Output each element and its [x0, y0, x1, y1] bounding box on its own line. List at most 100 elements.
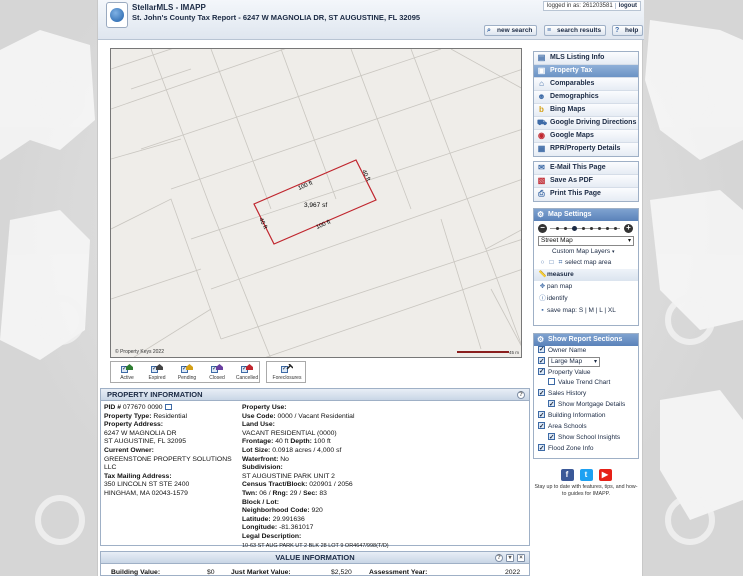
youtube-icon[interactable]: ▶	[598, 469, 612, 481]
login-status: logged in as: 261203581 logout	[542, 1, 641, 11]
house-icon	[216, 364, 223, 370]
area-schools-toggle[interactable]: Area Schools	[534, 421, 638, 432]
save-map-xl[interactable]: XL	[608, 307, 616, 314]
comparables-icon: ⌂	[539, 79, 544, 88]
property-information-header: PROPERTY INFORMATION ?	[101, 389, 529, 401]
checkbox-icon[interactable]	[548, 432, 555, 443]
checkbox-icon[interactable]	[538, 345, 545, 355]
sidebar-item-rpr-property-details[interactable]: ▦ RPR/Property Details	[534, 143, 638, 156]
close-icon[interactable]: ×	[517, 554, 525, 562]
checkbox-icon[interactable]	[538, 410, 545, 421]
collapse-icon[interactable]: ▾	[506, 554, 514, 562]
save-map-s[interactable]: S	[579, 307, 583, 314]
assessment-year-value: 2022	[505, 569, 521, 576]
gear-icon: ⚙	[537, 335, 545, 344]
map-size-select[interactable]: Large Map ▾	[548, 357, 600, 367]
owner-name-toggle[interactable]: Owner Name	[534, 345, 638, 356]
map-type-select[interactable]: Street Map ▾	[538, 236, 634, 246]
map-settings-header: ⚙ Map Settings	[534, 209, 638, 221]
sidebar-item-bing-maps[interactable]: b Bing Maps	[534, 104, 638, 117]
checkbox-icon[interactable]	[548, 378, 555, 385]
flood-zone-toggle[interactable]: Flood Zone Info	[534, 443, 638, 454]
checkbox-icon[interactable]	[548, 399, 555, 410]
parcel-map[interactable]: 100 ft 40 ft 100 ft 40 ft 3,967 sf © Pro…	[110, 48, 522, 358]
rpr-icon: ▦	[537, 144, 546, 153]
checkbox-icon[interactable]	[538, 356, 545, 368]
circle-select-icon: ○	[540, 259, 545, 266]
house-icon	[156, 364, 163, 370]
new-search-button[interactable]: ⌕ new search	[484, 25, 538, 36]
value-trend-toggle[interactable]: Value Trend Chart	[534, 378, 638, 388]
save-map-m[interactable]: M	[588, 307, 593, 314]
zoom-handle[interactable]	[572, 226, 577, 231]
select-map-area-tool[interactable]: ○ □ ⌗ select map area	[534, 257, 638, 269]
checkbox-icon[interactable]	[538, 367, 545, 377]
search-icon: ⌕	[487, 27, 491, 34]
save-map-l[interactable]: L	[599, 307, 602, 314]
zoom-in-icon[interactable]: +	[624, 224, 633, 233]
sidebar-item-google-driving-directions[interactable]: ⛟ Google Driving Directions	[534, 117, 638, 130]
pan-map-tool[interactable]: ✥ pan map	[534, 281, 638, 293]
help-button[interactable]: ? help	[612, 25, 644, 36]
zoom-out-icon[interactable]: −	[538, 224, 547, 233]
print-page-button[interactable]: ⎙ Print This Page	[534, 188, 638, 201]
legend-expired[interactable]: ✓ Expired	[141, 364, 173, 381]
building-info-toggle[interactable]: Building Information	[534, 410, 638, 421]
listing-icon: ▤	[537, 53, 546, 62]
checkbox-icon[interactable]	[538, 388, 545, 399]
tax-icon: ▣	[537, 66, 546, 75]
assessment-year: Assessment Year:	[369, 569, 428, 576]
gear-icon: ⚙	[537, 210, 545, 219]
map-copyright: © Property Keys 2022	[115, 349, 164, 355]
property-value-toggle[interactable]: Property Value	[534, 367, 638, 378]
sales-history-toggle[interactable]: Sales History	[534, 388, 638, 399]
legend-closed[interactable]: ✓ Closed	[201, 364, 233, 381]
map-settings-panel: ⚙ Map Settings − + Street Map ▾ Custom Map…	[533, 208, 639, 326]
globe-icon	[110, 8, 124, 22]
property-information-panel: PROPERTY INFORMATION ? PID # 077670 0090…	[100, 388, 530, 549]
building-value: Building Value:	[111, 569, 161, 576]
pid-link[interactable]: 077670 0090	[123, 404, 163, 411]
sidebar-item-demographics[interactable]: ☻ Demographics	[534, 91, 638, 104]
measure-tool[interactable]: 📏measure	[534, 269, 638, 281]
market-value-amount: $2,520	[331, 569, 352, 576]
ruler-icon: 📏	[538, 271, 547, 278]
lasso-icon: ⌗	[558, 259, 563, 266]
help-icon[interactable]: ?	[517, 391, 525, 399]
parcel-bottom-label: 100 ft	[315, 219, 331, 231]
google-maps-icon: ◉	[538, 131, 545, 140]
app-title: StellarMLS - IMAPP	[132, 3, 206, 12]
sidebar-item-mls-listing-info[interactable]: ▤ MLS Listing Info	[534, 52, 638, 65]
legend-active[interactable]: ✓ Active	[111, 364, 143, 381]
logout-link[interactable]: logout	[614, 3, 637, 9]
email-page-button[interactable]: ✉ E-Mail This Page	[534, 162, 638, 175]
identify-tool[interactable]: ⓘidentify	[534, 293, 638, 305]
legend-pending[interactable]: ✓ Pending	[171, 364, 203, 381]
twitter-icon[interactable]: t	[579, 469, 593, 481]
social-text: Stay up to date with features, tips, and…	[534, 484, 638, 497]
chevron-down-icon: ▾	[593, 359, 597, 365]
market-value: Just Market Value:	[231, 569, 291, 576]
zoom-slider[interactable]: − +	[534, 221, 638, 235]
email-icon: ✉	[538, 163, 545, 172]
school-insights-toggle[interactable]: Show School Insights	[534, 432, 638, 443]
sidebar-item-property-tax[interactable]: ▣ Property Tax	[534, 65, 638, 78]
parcel-map-canvas: 100 ft 40 ft 100 ft 40 ft 3,967 sf	[111, 49, 521, 357]
parcel-area-label: 3,967 sf	[304, 202, 327, 209]
legend-cancelled[interactable]: ✓ Cancelled	[231, 364, 263, 381]
mortgage-details-toggle[interactable]: Show Mortgage Details	[534, 399, 638, 410]
stellar-logo[interactable]	[106, 2, 128, 28]
checkbox-icon[interactable]	[538, 443, 545, 454]
legend-foreclosures[interactable]: ✓ Foreclosures	[266, 361, 306, 383]
save-pdf-button[interactable]: ▧ Save As PDF	[534, 175, 638, 188]
facebook-icon[interactable]: f	[560, 469, 574, 481]
list-icon: ≡	[547, 27, 552, 34]
sidebar-item-comparables[interactable]: ⌂ Comparables	[534, 78, 638, 91]
custom-map-layers-link[interactable]: Custom Map Layers ▾	[534, 247, 638, 257]
help-icon[interactable]: ?	[495, 554, 503, 562]
external-link-icon[interactable]	[164, 404, 172, 410]
checkbox-icon[interactable]	[538, 421, 545, 432]
help-icon: ?	[615, 27, 620, 34]
sidebar-item-google-maps[interactable]: ◉ Google Maps	[534, 130, 638, 143]
search-results-button[interactable]: ≡ search results	[544, 25, 607, 36]
